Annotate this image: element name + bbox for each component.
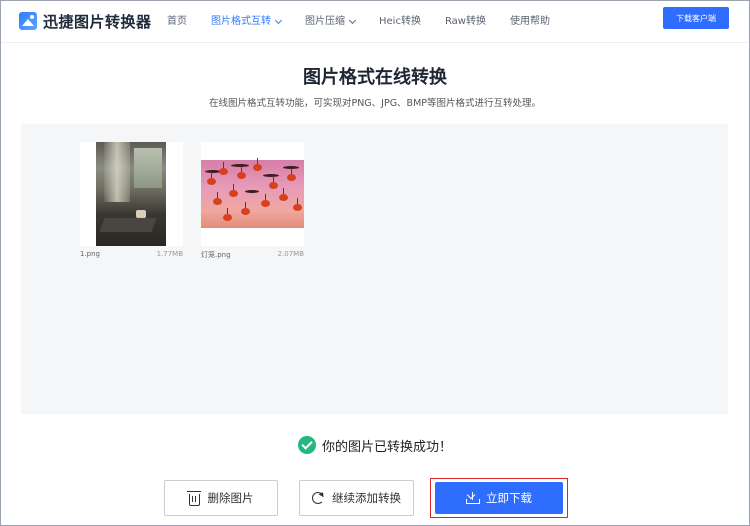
continue-add-label: 继续添加转换 (332, 491, 401, 505)
file-card[interactable]: 1.png 1.77MB (80, 142, 183, 258)
page-title: 图片格式在线转换 (303, 67, 447, 88)
download-client-button[interactable]: 下载客户端 (663, 7, 729, 29)
nav-compress-label: 图片压缩 (305, 16, 345, 27)
page-subtitle: 在线图片格式互转功能，可实现对PNG、JPG、BMP等图片格式进行互转处理。 (208, 98, 542, 109)
download-now-button[interactable]: 立即下载 (435, 482, 563, 514)
file-name: 1.png (80, 250, 101, 258)
nav-home-label: 首页 (167, 16, 187, 27)
nav-raw[interactable]: Raw转换 (445, 1, 486, 43)
delete-images-button[interactable]: 删除图片 (164, 480, 278, 516)
nav-format-convert-label: 图片格式互转 (211, 16, 271, 27)
photo-thumbnail-image (96, 142, 166, 246)
file-meta: 1.png 1.77MB (80, 250, 183, 258)
file-list-panel: 1.png 1.77MB 灯笼.png 2.07MB (21, 124, 728, 414)
main-nav: 首页 图片格式互转 图片压缩 Heic转换 Raw转换 使用帮助 (167, 1, 574, 43)
nav-help[interactable]: 使用帮助 (510, 1, 550, 43)
nav-home[interactable]: 首页 (167, 1, 187, 43)
nav-compress[interactable]: 图片压缩 (305, 1, 357, 43)
top-header: 迅捷图片转换器 首页 图片格式互转 图片压缩 Heic转换 Raw转换 使用帮助… (1, 1, 749, 43)
download-now-label: 立即下载 (486, 491, 532, 505)
continue-add-button[interactable]: 继续添加转换 (299, 480, 414, 516)
chevron-down-icon (274, 16, 283, 25)
delete-images-label: 删除图片 (207, 491, 254, 505)
logo-text: 迅捷图片转换器 (43, 12, 152, 31)
nav-raw-label: Raw转换 (444, 16, 486, 27)
file-size: 2.07MB (277, 250, 304, 258)
file-thumbnail (201, 142, 304, 246)
file-name: 灯笼.png (201, 251, 231, 259)
check-circle-icon (297, 436, 316, 454)
nav-heic-label: Heic转换 (379, 16, 421, 27)
nav-heic[interactable]: Heic转换 (379, 1, 421, 43)
chevron-down-icon (348, 16, 357, 25)
lantern-thumbnail-image (201, 158, 304, 228)
nav-help-label: 使用帮助 (510, 16, 550, 27)
nav-format-convert[interactable]: 图片格式互转 (211, 1, 283, 43)
success-message: 你的图片已转换成功！ (1, 435, 749, 455)
refresh-icon (312, 492, 324, 504)
download-icon (466, 492, 480, 504)
file-thumbnail (80, 142, 183, 246)
success-text: 你的图片已转换成功！ (321, 439, 452, 455)
file-size: 1.77MB (156, 250, 183, 258)
file-card[interactable]: 灯笼.png 2.07MB (201, 142, 304, 260)
picture-logo-icon (19, 12, 37, 30)
file-meta: 灯笼.png 2.07MB (201, 250, 304, 260)
trash-icon (186, 490, 201, 506)
download-highlight-box: 立即下载 (430, 478, 568, 518)
logo[interactable]: 迅捷图片转换器 (19, 9, 152, 33)
